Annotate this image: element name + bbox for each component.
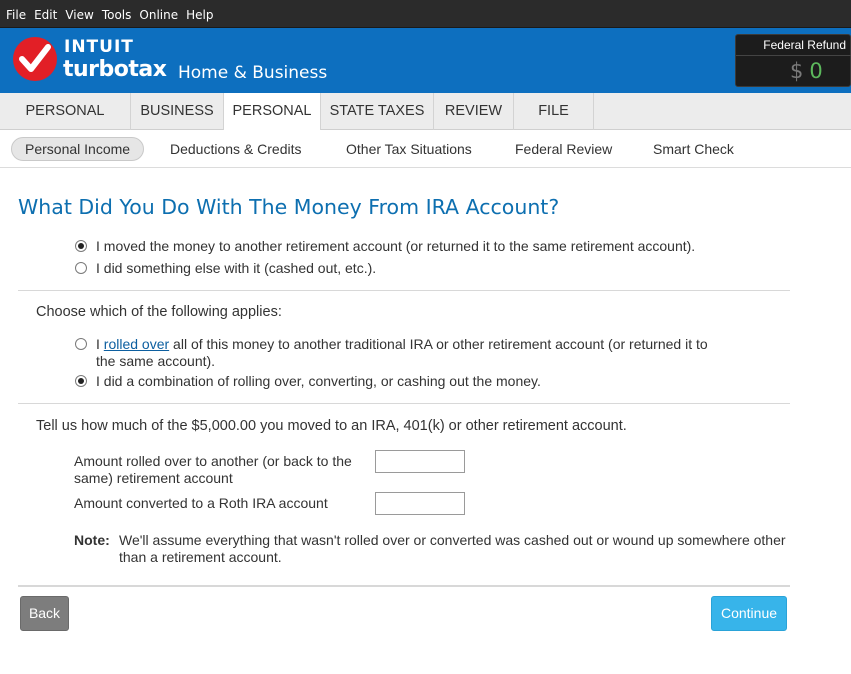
subtab-smart-check[interactable]: Smart Check [640, 137, 747, 161]
option-rolled-over-prefix: I [96, 336, 104, 352]
radio-combination[interactable] [75, 375, 87, 387]
main-tabs: PERSONAL INFO BUSINESS PERSONAL STATE TA… [0, 93, 851, 156]
option-moved-money-label: I moved the money to another retirement … [96, 238, 696, 254]
menu-tools[interactable]: Tools [98, 0, 136, 28]
brand-edition: Home & Business [178, 63, 328, 83]
option-rolled-over-label: I rolled over all of this money to anoth… [96, 336, 736, 353]
turbotax-checkmark-logo-icon [13, 37, 57, 81]
subtab-deductions-credits[interactable]: Deductions & Credits [157, 137, 315, 161]
divider [18, 290, 790, 291]
amount-rolled-input[interactable] [375, 450, 465, 473]
refund-label: Federal Refund [763, 38, 846, 52]
amount-rolled-label-line2: same) retirement account [74, 470, 233, 486]
tab-business[interactable]: BUSINESS [131, 93, 224, 130]
menu-online[interactable]: Online [135, 0, 182, 28]
option-something-else-label: I did something else with it (cashed out… [96, 260, 377, 276]
tab-file[interactable]: FILE [514, 93, 594, 130]
radio-rolled-over[interactable] [75, 338, 87, 350]
continue-button[interactable]: Continue [711, 596, 787, 631]
menu-view[interactable]: View [61, 0, 97, 28]
refund-divider [736, 55, 851, 56]
subtab-federal-review[interactable]: Federal Review [502, 137, 625, 161]
back-button[interactable]: Back [20, 596, 69, 631]
divider [18, 403, 790, 404]
federal-refund-meter[interactable]: Federal Refund $0 [735, 34, 851, 87]
refund-amount: $0 [790, 59, 823, 83]
menu-help[interactable]: Help [182, 0, 217, 28]
rolled-over-link[interactable]: rolled over [104, 336, 169, 352]
amount-converted-input[interactable] [375, 492, 465, 515]
page-title: What Did You Do With The Money From IRA … [18, 195, 560, 219]
option-combination-label: I did a combination of rolling over, con… [96, 373, 541, 389]
radio-moved-money[interactable] [75, 240, 87, 252]
amount-converted-label: Amount converted to a Roth IRA account [74, 495, 328, 511]
refund-currency: $ [790, 59, 804, 83]
tab-personal[interactable]: PERSONAL [224, 93, 321, 131]
subtab-personal-income[interactable]: Personal Income [11, 137, 145, 161]
q2-prompt: Choose which of the following applies: [36, 304, 282, 320]
brand-intuit: INTUIT [64, 37, 134, 57]
sub-tabs: Personal Income Deductions & Credits Oth… [0, 130, 851, 168]
brand-turbotax: turbotax [63, 57, 167, 82]
app-header: INTUIT turbotax Home & Business Federal … [0, 28, 851, 93]
menu-file[interactable]: File [2, 0, 30, 28]
note-text: We'll assume everything that wasn't roll… [119, 532, 786, 565]
option-rolled-over-line2: the same account). [96, 353, 216, 369]
menu-bar: File Edit View Tools Online Help [0, 0, 851, 28]
option-rolled-over-suffix: all of this money to another traditional… [169, 336, 708, 352]
amount-rolled-label-line1: Amount rolled over to another (or back t… [74, 453, 352, 469]
radio-something-else[interactable] [75, 262, 87, 274]
q3-prompt: Tell us how much of the $5,000.00 you mo… [36, 418, 627, 434]
tab-state-taxes[interactable]: STATE TAXES [321, 93, 434, 130]
refund-value: 0 [809, 59, 823, 83]
menu-edit[interactable]: Edit [30, 0, 61, 28]
footer-divider [18, 585, 790, 587]
subtab-other-tax-situations[interactable]: Other Tax Situations [333, 137, 485, 161]
tab-review[interactable]: REVIEW [434, 93, 514, 130]
note-label: Note: [74, 532, 110, 548]
tab-personal-info[interactable]: PERSONAL INFO [0, 93, 131, 156]
